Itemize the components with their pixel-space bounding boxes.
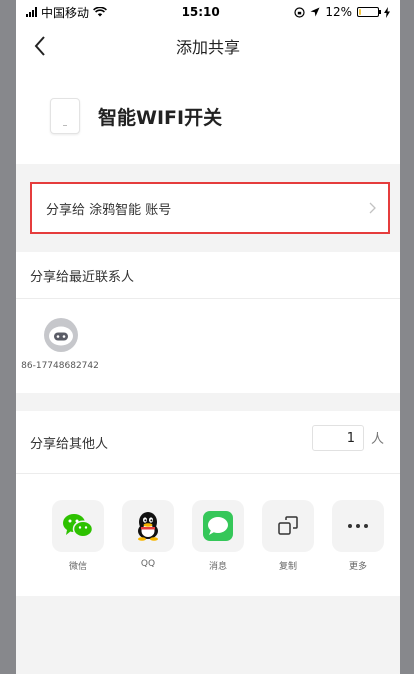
share-more-label: 更多 — [348, 562, 367, 572]
message-icon — [203, 511, 233, 541]
recent-contacts-list: 86-17748682742 — [16, 299, 400, 393]
recent-contacts-heading-row: 分享给最近联系人 — [16, 252, 400, 298]
wechat-icon — [63, 514, 94, 538]
share-more-button[interactable]: 更多 — [331, 500, 385, 572]
device-image — [50, 98, 80, 134]
copy-icon — [278, 516, 298, 535]
chevron-right-icon — [369, 202, 376, 214]
phone-screen: 中国移动 15:10 12% 添加共享 智能WIFI开关 分享给 涂鸦智能 账号… — [16, 0, 400, 674]
wifi-icon — [93, 7, 107, 17]
lock-rotation-icon — [294, 6, 305, 18]
share-to-others-label: 分享给其他人 — [30, 436, 109, 452]
battery-icon — [356, 7, 381, 17]
status-bar: 中国移动 15:10 12% — [16, 0, 400, 24]
people-count-unit: 人 — [370, 432, 384, 447]
device-card: 智能WIFI开关 — [16, 68, 400, 164]
carrier-label: 中国移动 — [41, 5, 90, 20]
charging-icon — [383, 6, 390, 18]
back-button[interactable] — [26, 32, 54, 60]
chevron-left-icon — [34, 36, 45, 56]
people-count-value: 1 — [346, 430, 355, 446]
share-to-account-label: 分享给 涂鸦智能 账号 — [46, 202, 172, 218]
people-count-input[interactable]: 1 — [312, 425, 364, 451]
share-to-account-row[interactable]: 分享给 涂鸦智能 账号 — [30, 182, 390, 234]
share-to-others-row: 分享给其他人 1 人 — [16, 411, 400, 473]
share-qq-button[interactable]: QQ — [121, 500, 175, 569]
device-name: 智能WIFI开关 — [98, 106, 223, 129]
share-wechat-button[interactable]: 微信 — [51, 500, 105, 572]
nav-bar: 添加共享 — [16, 24, 400, 68]
share-wechat-label: 微信 — [68, 562, 87, 572]
qq-icon — [138, 512, 158, 541]
share-message-label: 消息 — [208, 562, 227, 572]
share-copy-label: 复制 — [278, 562, 297, 572]
page-title: 添加共享 — [175, 38, 240, 57]
battery-fill — [358, 9, 361, 15]
share-qq-label: QQ — [140, 559, 156, 569]
battery-percent: 12% — [325, 5, 352, 19]
recent-contacts-heading: 分享给最近联系人 — [30, 269, 135, 285]
avatar-icon — [49, 326, 73, 346]
more-icon — [348, 524, 368, 528]
clock: 15:10 — [181, 5, 220, 19]
signal-icon — [26, 7, 37, 17]
share-options-tray: 微信 QQ 消息 复制 更多 — [16, 474, 400, 596]
contact-name: 86-17748682742 — [21, 361, 99, 371]
contact-avatar[interactable] — [44, 318, 78, 352]
share-copy-button[interactable]: 复制 — [261, 500, 315, 572]
share-message-button[interactable]: 消息 — [191, 500, 245, 572]
location-icon — [310, 7, 320, 17]
